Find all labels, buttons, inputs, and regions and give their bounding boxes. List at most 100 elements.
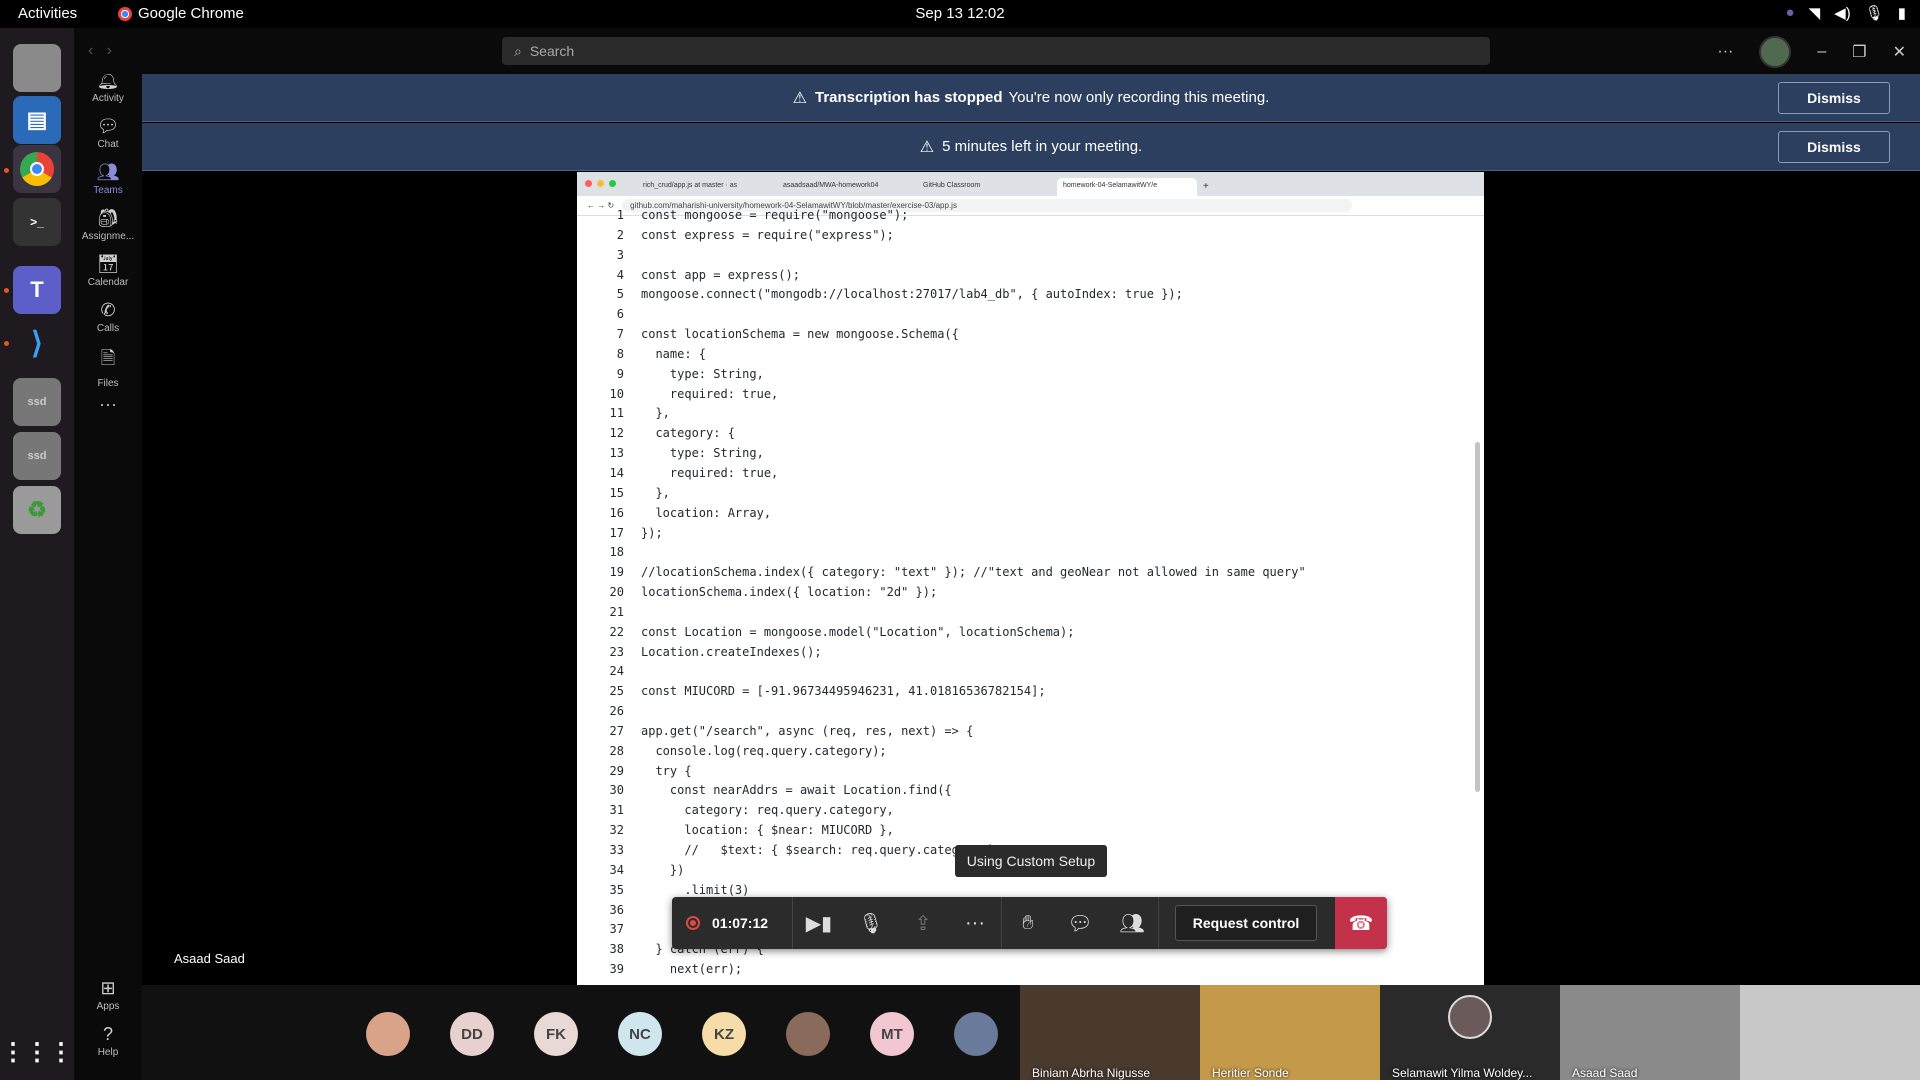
participant-video-tile[interactable] xyxy=(1740,985,1920,1080)
minimize-icon[interactable]: – xyxy=(1817,43,1826,61)
code-line: 16 location: Array, xyxy=(577,504,1484,524)
line-code: try { xyxy=(641,763,692,778)
teams-tray-icon[interactable]: ● xyxy=(1786,4,1795,22)
line-code: type: String, xyxy=(641,366,764,381)
rail-item-assignments[interactable]: 🎒︎ Assignme... xyxy=(74,208,142,242)
shared-browser-tabs: rich_crud/app.js at master · as asaadsaa… xyxy=(577,172,1484,196)
meeting-chat-button[interactable]: 💬︎ xyxy=(1054,897,1106,949)
chat-bubble-icon: 💬︎ xyxy=(1067,912,1093,935)
volume-icon[interactable]: ◀) xyxy=(1834,4,1851,22)
recording-indicator[interactable]: 01:07:12 xyxy=(672,915,792,931)
rail-item-help[interactable]: ? Help xyxy=(74,1024,142,1058)
line-code: name: { xyxy=(641,346,707,361)
participant-avatar[interactable] xyxy=(366,1012,410,1056)
participant-avatar[interactable]: NC xyxy=(618,1012,662,1056)
line-code: next(err); xyxy=(641,962,743,977)
rail-item-chat[interactable]: 💬︎ Chat xyxy=(74,116,142,150)
rail-item-calendar[interactable]: 📅︎ Calendar xyxy=(74,254,142,288)
participant-name: Asaad Saad xyxy=(1572,1066,1638,1080)
teams-app-icon[interactable]: T xyxy=(13,266,61,314)
code-line: 15 }, xyxy=(577,484,1484,504)
raise-hand-button[interactable]: ✋︎ xyxy=(1002,897,1054,949)
request-control-button[interactable]: Request control xyxy=(1175,905,1317,941)
line-number: 31 xyxy=(609,803,624,818)
close-icon[interactable]: ✕ xyxy=(1893,42,1906,62)
share-button[interactable]: ⇪ xyxy=(897,897,949,949)
participant-video-tile[interactable]: Heritier Sonde xyxy=(1200,985,1380,1080)
participant-avatar[interactable] xyxy=(954,1012,998,1056)
more-actions-button[interactable]: ··· xyxy=(949,897,1001,949)
system-clock[interactable]: Sep 13 12:02 xyxy=(0,5,1920,22)
line-number: 19 xyxy=(609,565,624,580)
profile-avatar[interactable] xyxy=(1759,36,1792,68)
participant-avatar[interactable]: MT xyxy=(870,1012,914,1056)
rail-item-teams[interactable]: 👥︎ Teams xyxy=(74,162,142,196)
show-apps-icon[interactable]: ⋮⋮⋮ xyxy=(1,1028,73,1076)
rail-item-apps[interactable]: ⊞ Apps xyxy=(74,978,142,1012)
rail-item-files[interactable]: 🗎 Files xyxy=(74,346,142,389)
line-number: 12 xyxy=(609,426,624,441)
line-code: const MIUCORD = [-91.96734495946231, 41.… xyxy=(641,684,1046,699)
mic-button[interactable]: 🎙︎ xyxy=(845,897,897,949)
mic-off-icon: 🎙︎ xyxy=(858,912,884,935)
line-number: 35 xyxy=(609,882,624,897)
trash-icon[interactable]: ♻ xyxy=(13,486,61,534)
dismiss-button[interactable]: Dismiss xyxy=(1778,82,1890,114)
system-tray[interactable]: ● ◥ ◀) 🎙 ▮ xyxy=(1786,4,1906,22)
meeting-toolbar: 01:07:12 ▶▮ 🎙︎ ⇪ ··· ✋︎ 💬︎ 👥︎ Request co… xyxy=(672,897,1387,949)
line-number: 13 xyxy=(609,446,624,461)
code-line: 19 //locationSchema.index({ category: "te… xyxy=(577,563,1484,583)
camera-button[interactable]: ▶▮ xyxy=(793,897,845,949)
line-number: 22 xyxy=(609,624,624,639)
active-app-menu[interactable]: Google Chrome xyxy=(118,5,244,22)
code-line: 39 next(err); xyxy=(577,960,1484,980)
phone-icon: ✆ xyxy=(100,300,116,320)
battery-icon[interactable]: ▮ xyxy=(1898,4,1906,22)
rail-item-activity[interactable]: 🔔︎ Activity xyxy=(74,70,142,104)
participant-video-tile[interactable]: Biniam Abrha Nigusse xyxy=(1020,985,1200,1080)
line-number: 11 xyxy=(609,406,624,421)
code-line: 32 location: { $near: MIUCORD }, xyxy=(577,821,1484,841)
rail-item-calls[interactable]: ✆ Calls xyxy=(74,300,142,334)
microphone-icon[interactable]: 🎙 xyxy=(1865,4,1884,22)
back-forward-nav[interactable]: ‹ › xyxy=(88,42,112,60)
vscode-app-icon[interactable]: ⟩ xyxy=(13,319,61,367)
teams-app-bar: 🔔︎ Activity 💬︎ Chat 👥︎ Teams 🎒︎ Assignme... … xyxy=(74,28,142,1080)
activities-button[interactable]: Activities xyxy=(18,5,77,22)
writer-app-icon[interactable]: ▤ xyxy=(13,96,61,144)
help-icon: ? xyxy=(102,1024,113,1044)
terminal-app-icon[interactable]: >_ xyxy=(13,198,61,246)
line-code: //locationSchema.index({ category: "text… xyxy=(641,565,1306,580)
share-screen-icon: ⇪ xyxy=(914,912,932,935)
participant-video-tile[interactable]: Selamawit Yilma Woldey... xyxy=(1380,985,1560,1080)
running-indicator xyxy=(4,288,9,293)
line-number: 27 xyxy=(609,723,624,738)
warning-icon: ⚠ xyxy=(919,138,935,156)
line-code: type: String, xyxy=(641,446,764,461)
restore-icon[interactable]: ❐ xyxy=(1852,42,1866,62)
participant-avatar[interactable]: DD xyxy=(450,1012,494,1056)
wifi-icon[interactable]: ◥ xyxy=(1809,4,1821,22)
rail-more-button[interactable]: ··· xyxy=(74,394,142,415)
files-app-icon[interactable] xyxy=(13,44,61,92)
leave-call-button[interactable]: ☎ xyxy=(1335,897,1387,949)
line-number: 20 xyxy=(609,585,624,600)
participant-video-tile[interactable]: Asaad Saad xyxy=(1560,985,1740,1080)
search-input[interactable]: ⌕ Search xyxy=(502,37,1490,65)
line-number: 3 xyxy=(616,247,624,262)
participant-avatar[interactable] xyxy=(786,1012,830,1056)
line-number: 6 xyxy=(616,307,624,322)
ssd-drive-icon[interactable]: ssd xyxy=(13,378,61,426)
banner-title: Transcription has stopped xyxy=(815,89,1003,106)
line-number: 28 xyxy=(609,743,624,758)
line-number: 33 xyxy=(609,843,624,857)
participant-avatar[interactable]: KZ xyxy=(702,1012,746,1056)
ssd-drive-icon-2[interactable]: ssd xyxy=(13,432,61,480)
line-number: 34 xyxy=(609,862,624,877)
banner-text: 5 minutes left in your meeting. xyxy=(942,138,1143,155)
participants-button[interactable]: 👥︎ xyxy=(1106,897,1158,949)
chrome-app-icon[interactable] xyxy=(13,145,61,193)
dismiss-button[interactable]: Dismiss xyxy=(1778,131,1890,163)
more-options-icon[interactable]: ··· xyxy=(1717,43,1733,61)
participant-avatar[interactable]: FK xyxy=(534,1012,578,1056)
